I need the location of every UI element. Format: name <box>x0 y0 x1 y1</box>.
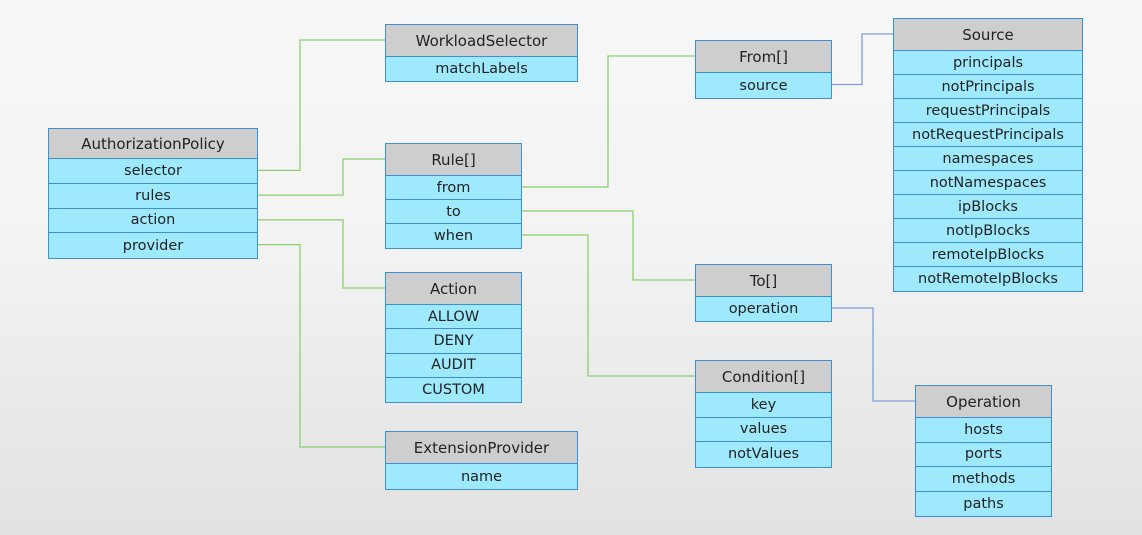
rule-field: when <box>433 228 474 244</box>
operation-field: methods <box>916 467 1051 492</box>
authorization-policy-field: provider <box>122 237 184 254</box>
connector-authorization-policy-rules-to-rule <box>258 158 385 196</box>
operation-box: Operation hosts ports methods paths <box>915 385 1052 517</box>
workload-selector-field: matchLabels <box>435 61 528 77</box>
rule-title: Rule[] <box>386 144 521 176</box>
action-field: DENY <box>386 329 521 354</box>
action-box: Action ALLOW DENY AUDIT CUSTOM <box>385 272 522 403</box>
operation-field: hosts <box>916 418 1051 443</box>
connector-authorization-policy-provider-to-extension-provider <box>258 243 385 448</box>
action-field: CUSTOM <box>422 381 485 398</box>
condition-field: notValues <box>727 446 800 463</box>
source-box: Source principals notPrincipals requestPrin… <box>893 18 1083 292</box>
connector-to-operation-to-operation <box>832 307 915 402</box>
extension-provider-field: name <box>460 468 503 485</box>
source-field: principals <box>894 51 1082 75</box>
authorization-policy-box: AuthorizationPolicy selector rules action pr… <box>48 128 258 259</box>
operation-field: paths <box>963 495 1004 512</box>
source-field: remoteIpBlocks <box>894 243 1082 267</box>
operation-title: Operation <box>916 386 1051 418</box>
source-field: notPrincipals <box>894 75 1082 99</box>
from-field: source <box>739 77 788 94</box>
condition-field: values <box>696 418 831 442</box>
from-title: From[] <box>696 41 831 73</box>
source-field: requestPrincipals <box>894 99 1082 123</box>
to-box: To[] operation <box>695 264 832 322</box>
connector-authorization-policy-selector-to-workload-selector <box>258 39 385 172</box>
condition-box: Condition[] key values notValues <box>695 360 832 468</box>
source-field: notIpBlocks <box>894 219 1082 243</box>
authorization-policy-title: AuthorizationPolicy <box>49 129 257 159</box>
connector-rule-to-to-to <box>522 210 695 281</box>
connector-from-source-to-source <box>832 33 893 86</box>
source-field: ipBlocks <box>894 195 1082 219</box>
action-field: ALLOW <box>386 305 521 330</box>
extension-provider-title: ExtensionProvider <box>386 432 577 464</box>
authorization-policy-field: action <box>49 209 257 234</box>
source-field: notRequestPrincipals <box>894 123 1082 147</box>
source-field: notNamespaces <box>894 171 1082 195</box>
workload-selector-box: WorkloadSelector matchLabels <box>385 24 578 82</box>
rule-box: Rule[] from to when <box>385 143 522 249</box>
source-field: namespaces <box>894 147 1082 171</box>
condition-title: Condition[] <box>696 361 831 393</box>
rule-field: to <box>386 200 521 224</box>
from-box: From[] source <box>695 40 832 99</box>
connector-rule-when-to-condition <box>522 234 695 377</box>
action-title: Action <box>386 273 521 305</box>
source-title: Source <box>894 19 1082 51</box>
workload-selector-title: WorkloadSelector <box>386 25 577 57</box>
rule-field: from <box>386 176 521 200</box>
to-title: To[] <box>696 265 831 297</box>
action-field: AUDIT <box>386 354 521 378</box>
source-field: notRemoteIpBlocks <box>918 271 1058 287</box>
authorization-policy-field: rules <box>49 184 257 209</box>
to-field: operation <box>728 301 799 317</box>
authorization-policy-field: selector <box>49 159 257 184</box>
operation-field: ports <box>916 443 1051 467</box>
extension-provider-box: ExtensionProvider name <box>385 431 578 490</box>
connector-authorization-policy-action-to-action <box>258 219 385 289</box>
condition-field: key <box>696 393 831 418</box>
